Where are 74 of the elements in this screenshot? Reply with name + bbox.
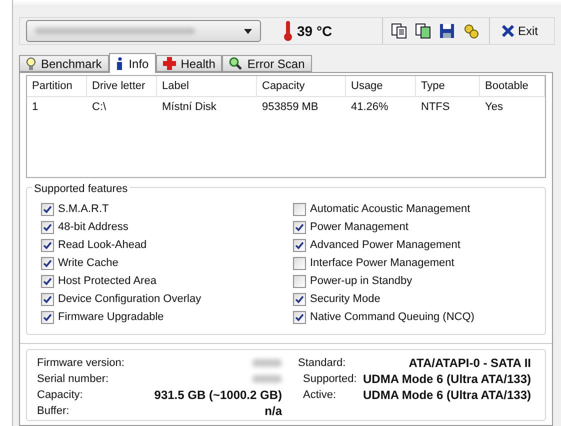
checkbox[interactable] — [293, 310, 306, 324]
field-label: Supported: — [302, 372, 357, 387]
magnifier-icon — [229, 57, 242, 70]
table-cell-text: 41.26% — [350, 100, 390, 115]
checkbox-label: 48-bit Address — [58, 220, 128, 235]
checkbox-label: Device Configuration Overlay — [58, 292, 202, 307]
tab[interactable]: Benchmark — [19, 55, 109, 72]
field-label: Standard: — [298, 356, 346, 371]
cross-icon — [162, 57, 176, 70]
info-icon — [116, 56, 124, 70]
column-header[interactable]: Usage — [346, 76, 416, 96]
checkbox[interactable] — [41, 202, 54, 216]
column-header[interactable]: Label — [157, 76, 257, 96]
table-cell-text: C:\ — [91, 100, 108, 115]
field-label: Serial number: — [37, 372, 109, 387]
checkbox[interactable] — [41, 274, 54, 288]
tab[interactable]: Error Scan — [222, 55, 312, 72]
field-label: Capacity: — [37, 388, 83, 403]
checkbox-label: Power Management — [310, 220, 408, 235]
checkbox[interactable] — [41, 256, 54, 270]
paste-icon[interactable] — [414, 23, 431, 39]
checkbox[interactable] — [293, 220, 306, 234]
save-icon[interactable] — [438, 23, 455, 39]
column-header[interactable]: Partition — [27, 76, 87, 96]
lightbulb-icon — [26, 56, 36, 70]
table-cell-text: Yes — [484, 100, 504, 115]
field-value: UDMA Mode 6 (Ultra ATA/133) — [362, 387, 531, 404]
temperature-reading: 39 °C — [297, 22, 332, 40]
column-header[interactable]: Type — [416, 76, 480, 96]
checkbox[interactable] — [293, 256, 306, 270]
field-value: ATA/ATAPI-0 - SATA II — [408, 355, 531, 372]
checkbox-label: Power-up in Standby — [310, 274, 412, 289]
group-title: Supported features — [32, 181, 130, 198]
thermometer-icon — [283, 21, 293, 41]
checkbox[interactable] — [293, 274, 306, 288]
dropdown-caret-icon — [244, 28, 252, 34]
checkbox-label: Firmware Upgradable — [58, 310, 164, 325]
checkbox[interactable] — [293, 238, 306, 252]
table-cell-text: NTFS — [420, 100, 451, 115]
checkbox[interactable] — [41, 238, 54, 252]
checkbox-label: S.M.A.R.T — [58, 202, 109, 217]
close-icon — [502, 25, 514, 37]
field-label: Active: — [302, 388, 336, 403]
checkbox[interactable] — [41, 220, 54, 234]
column-header[interactable]: Capacity — [257, 76, 346, 96]
table-cell-text: Místní Disk — [161, 100, 218, 115]
table-cell-text: 953859 MB — [261, 100, 320, 115]
column-header[interactable]: Bootable — [480, 76, 545, 96]
exit-button[interactable]: Exit — [502, 22, 548, 40]
checkbox-label: Host Protected Area — [58, 274, 156, 289]
checkbox-label: Automatic Acoustic Management — [310, 202, 470, 217]
checkbox[interactable] — [293, 202, 306, 216]
field-label: Firmware version: — [37, 356, 124, 371]
copy-icon[interactable] — [390, 23, 407, 39]
blurred-value — [252, 359, 282, 367]
checkbox-label: Advanced Power Management — [310, 238, 460, 253]
checkbox-label: Read Look-Ahead — [58, 238, 147, 253]
field-label: Buffer: — [37, 404, 70, 419]
checkbox-label: Interface Power Management — [310, 256, 454, 271]
column-header[interactable]: Drive letter — [87, 76, 157, 96]
checkbox[interactable] — [41, 310, 54, 324]
field-value: n/a — [264, 403, 282, 420]
field-value: UDMA Mode 6 (Ultra ATA/133) — [362, 371, 531, 388]
checkbox-label: Native Command Queuing (NCQ) — [310, 310, 474, 325]
tab[interactable]: Info — [108, 53, 156, 73]
tab[interactable]: Health — [156, 55, 222, 72]
checkbox[interactable] — [293, 292, 306, 306]
drive-dropdown[interactable] — [26, 20, 261, 42]
checkbox[interactable] — [41, 292, 54, 306]
table-cell-text: 1 — [31, 100, 40, 115]
blurred-value — [252, 375, 282, 383]
field-value: 931.5 GB (~1000.2 GB) — [154, 387, 282, 404]
checkbox-label: Write Cache — [58, 256, 118, 271]
checkbox-label: Security Mode — [310, 292, 380, 307]
